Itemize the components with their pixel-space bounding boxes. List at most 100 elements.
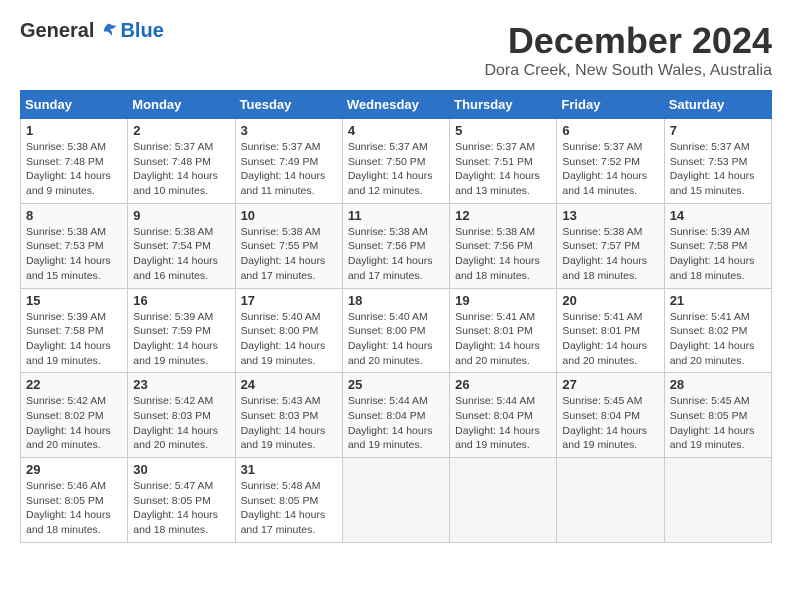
day-number: 7 — [670, 123, 766, 138]
day-info: Sunrise: 5:41 AMSunset: 8:02 PMDaylight:… — [670, 310, 766, 369]
day-info: Sunrise: 5:38 AMSunset: 7:48 PMDaylight:… — [26, 140, 122, 199]
calendar-cell: 18 Sunrise: 5:40 AMSunset: 8:00 PMDayligh… — [342, 288, 449, 373]
day-info: Sunrise: 5:37 AMSunset: 7:48 PMDaylight:… — [133, 140, 229, 199]
day-info: Sunrise: 5:46 AMSunset: 8:05 PMDaylight:… — [26, 479, 122, 538]
day-info: Sunrise: 5:48 AMSunset: 8:05 PMDaylight:… — [241, 479, 337, 538]
day-number: 16 — [133, 293, 229, 308]
calendar-cell: 15 Sunrise: 5:39 AMSunset: 7:58 PMDayligh… — [21, 288, 128, 373]
day-info: Sunrise: 5:38 AMSunset: 7:57 PMDaylight:… — [562, 225, 658, 284]
calendar-week-row: 1 Sunrise: 5:38 AMSunset: 7:48 PMDaylight… — [21, 119, 772, 204]
day-number: 22 — [26, 377, 122, 392]
calendar-header-monday: Monday — [128, 91, 235, 119]
day-info: Sunrise: 5:41 AMSunset: 8:01 PMDaylight:… — [455, 310, 551, 369]
calendar-cell: 14 Sunrise: 5:39 AMSunset: 7:58 PMDayligh… — [664, 203, 771, 288]
calendar-cell — [557, 458, 664, 543]
day-info: Sunrise: 5:38 AMSunset: 7:56 PMDaylight:… — [455, 225, 551, 284]
day-info: Sunrise: 5:37 AMSunset: 7:49 PMDaylight:… — [241, 140, 337, 199]
day-number: 18 — [348, 293, 444, 308]
day-number: 17 — [241, 293, 337, 308]
day-info: Sunrise: 5:44 AMSunset: 8:04 PMDaylight:… — [455, 394, 551, 453]
day-number: 20 — [562, 293, 658, 308]
calendar-cell: 3Sunrise: 5:37 AMSunset: 7:49 PMDaylight… — [235, 119, 342, 204]
calendar-week-row: 15 Sunrise: 5:39 AMSunset: 7:58 PMDayligh… — [21, 288, 772, 373]
calendar-cell: 11Sunrise: 5:38 AMSunset: 7:56 PMDayligh… — [342, 203, 449, 288]
logo-general-text: General — [20, 20, 94, 43]
month-title: December 2024 — [484, 20, 772, 62]
day-number: 2 — [133, 123, 229, 138]
day-info: Sunrise: 5:42 AMSunset: 8:02 PMDaylight:… — [26, 394, 122, 453]
day-number: 30 — [133, 462, 229, 477]
location-title: Dora Creek, New South Wales, Australia — [484, 62, 772, 80]
day-number: 14 — [670, 208, 766, 223]
day-number: 13 — [562, 208, 658, 223]
day-info: Sunrise: 5:44 AMSunset: 8:04 PMDaylight:… — [348, 394, 444, 453]
day-number: 19 — [455, 293, 551, 308]
day-number: 27 — [562, 377, 658, 392]
day-info: Sunrise: 5:40 AMSunset: 8:00 PMDaylight:… — [241, 310, 337, 369]
calendar-cell: 2 Sunrise: 5:37 AMSunset: 7:48 PMDaylight… — [128, 119, 235, 204]
day-number: 9 — [133, 208, 229, 223]
day-info: Sunrise: 5:43 AMSunset: 8:03 PMDaylight:… — [241, 394, 337, 453]
calendar-cell: 6Sunrise: 5:37 AMSunset: 7:52 PMDaylight… — [557, 119, 664, 204]
calendar-header-sunday: Sunday — [21, 91, 128, 119]
calendar-header-saturday: Saturday — [664, 91, 771, 119]
day-info: Sunrise: 5:45 AMSunset: 8:05 PMDaylight:… — [670, 394, 766, 453]
calendar-cell: 12 Sunrise: 5:38 AMSunset: 7:56 PMDayligh… — [450, 203, 557, 288]
calendar-week-row: 8 Sunrise: 5:38 AMSunset: 7:53 PMDaylight… — [21, 203, 772, 288]
logo-blue-text: Blue — [120, 20, 163, 43]
day-number: 12 — [455, 208, 551, 223]
calendar-header-tuesday: Tuesday — [235, 91, 342, 119]
calendar-cell — [664, 458, 771, 543]
calendar-cell: 26Sunrise: 5:44 AMSunset: 8:04 PMDayligh… — [450, 373, 557, 458]
calendar-header-friday: Friday — [557, 91, 664, 119]
calendar-cell: 4Sunrise: 5:37 AMSunset: 7:50 PMDaylight… — [342, 119, 449, 204]
day-number: 15 — [26, 293, 122, 308]
day-number: 8 — [26, 208, 122, 223]
calendar-cell: 8 Sunrise: 5:38 AMSunset: 7:53 PMDaylight… — [21, 203, 128, 288]
day-info: Sunrise: 5:45 AMSunset: 8:04 PMDaylight:… — [562, 394, 658, 453]
calendar-cell: 28Sunrise: 5:45 AMSunset: 8:05 PMDayligh… — [664, 373, 771, 458]
calendar-cell: 27 Sunrise: 5:45 AMSunset: 8:04 PMDayligh… — [557, 373, 664, 458]
calendar-cell: 22 Sunrise: 5:42 AMSunset: 8:02 PMDayligh… — [21, 373, 128, 458]
day-number: 10 — [241, 208, 337, 223]
day-info: Sunrise: 5:39 AMSunset: 7:58 PMDaylight:… — [26, 310, 122, 369]
page-header: General Blue December 2024 Dora Creek, N… — [20, 20, 772, 80]
day-info: Sunrise: 5:37 AMSunset: 7:53 PMDaylight:… — [670, 140, 766, 199]
calendar-cell: 1 Sunrise: 5:38 AMSunset: 7:48 PMDaylight… — [21, 119, 128, 204]
day-info: Sunrise: 5:38 AMSunset: 7:54 PMDaylight:… — [133, 225, 229, 284]
calendar-cell: 10 Sunrise: 5:38 AMSunset: 7:55 PMDayligh… — [235, 203, 342, 288]
day-number: 1 — [26, 123, 122, 138]
calendar-cell: 7 Sunrise: 5:37 AMSunset: 7:53 PMDaylight… — [664, 119, 771, 204]
calendar-cell: 19 Sunrise: 5:41 AMSunset: 8:01 PMDayligh… — [450, 288, 557, 373]
calendar-header-thursday: Thursday — [450, 91, 557, 119]
day-info: Sunrise: 5:40 AMSunset: 8:00 PMDaylight:… — [348, 310, 444, 369]
calendar-cell — [342, 458, 449, 543]
day-number: 29 — [26, 462, 122, 477]
calendar-cell: 30 Sunrise: 5:47 AMSunset: 8:05 PMDayligh… — [128, 458, 235, 543]
day-info: Sunrise: 5:41 AMSunset: 8:01 PMDaylight:… — [562, 310, 658, 369]
calendar-cell: 5Sunrise: 5:37 AMSunset: 7:51 PMDaylight… — [450, 119, 557, 204]
day-number: 11 — [348, 208, 444, 223]
calendar-cell: 20 Sunrise: 5:41 AMSunset: 8:01 PMDayligh… — [557, 288, 664, 373]
calendar-cell — [450, 458, 557, 543]
calendar-cell: 23 Sunrise: 5:42 AMSunset: 8:03 PMDayligh… — [128, 373, 235, 458]
calendar-cell: 29 Sunrise: 5:46 AMSunset: 8:05 PMDayligh… — [21, 458, 128, 543]
day-info: Sunrise: 5:37 AMSunset: 7:52 PMDaylight:… — [562, 140, 658, 199]
title-section: December 2024 Dora Creek, New South Wale… — [484, 20, 772, 80]
calendar-header-row: SundayMondayTuesdayWednesdayThursdayFrid… — [21, 91, 772, 119]
day-number: 23 — [133, 377, 229, 392]
calendar-cell: 21Sunrise: 5:41 AMSunset: 8:02 PMDayligh… — [664, 288, 771, 373]
calendar-cell: 13 Sunrise: 5:38 AMSunset: 7:57 PMDayligh… — [557, 203, 664, 288]
day-info: Sunrise: 5:39 AMSunset: 7:58 PMDaylight:… — [670, 225, 766, 284]
calendar-header-wednesday: Wednesday — [342, 91, 449, 119]
day-info: Sunrise: 5:42 AMSunset: 8:03 PMDaylight:… — [133, 394, 229, 453]
day-number: 5 — [455, 123, 551, 138]
day-number: 25 — [348, 377, 444, 392]
day-number: 24 — [241, 377, 337, 392]
calendar-cell: 17 Sunrise: 5:40 AMSunset: 8:00 PMDayligh… — [235, 288, 342, 373]
day-info: Sunrise: 5:38 AMSunset: 7:55 PMDaylight:… — [241, 225, 337, 284]
calendar-week-row: 22 Sunrise: 5:42 AMSunset: 8:02 PMDayligh… — [21, 373, 772, 458]
day-info: Sunrise: 5:47 AMSunset: 8:05 PMDaylight:… — [133, 479, 229, 538]
day-info: Sunrise: 5:38 AMSunset: 7:53 PMDaylight:… — [26, 225, 122, 284]
calendar-cell: 24 Sunrise: 5:43 AMSunset: 8:03 PMDayligh… — [235, 373, 342, 458]
